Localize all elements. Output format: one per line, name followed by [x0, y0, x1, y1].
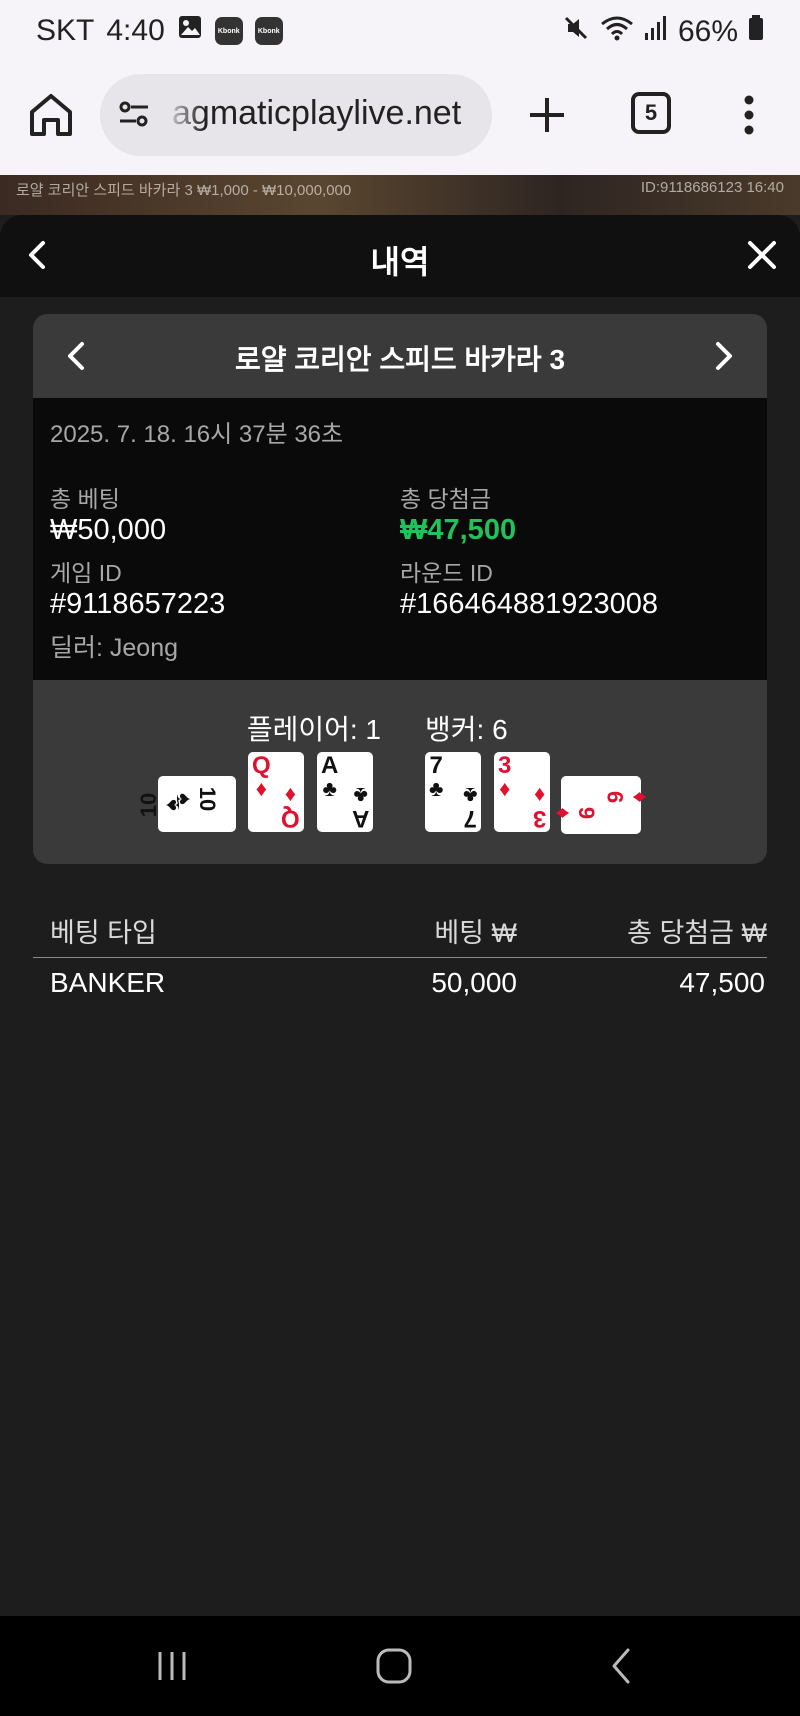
signal-icon	[644, 15, 668, 49]
player-card-3: A ♣ A ♣	[317, 752, 373, 832]
round-detail-card: 로얄 코리안 스피드 바카라 3 2025. 7. 18. 16시 37분 36…	[33, 314, 767, 864]
game-id-time-text: ID:9118686123 16:40	[640, 179, 784, 196]
home-button-icon[interactable]	[374, 1646, 414, 1691]
table-row: BANKER 50,000 47,500	[33, 957, 767, 1011]
round-info: 2025. 7. 18. 16시 37분 36초 총 베팅 ₩50,000 총 …	[33, 398, 767, 680]
bet-type-cell: BANKER	[50, 967, 166, 998]
mute-icon	[562, 14, 590, 50]
bet-amount-cell: 50,000	[431, 967, 517, 998]
card-result-area: 플레이어: 1 뱅커: 6 10 ♠ 10 ♠ Q ♦ Q ♦ A ♣ A ♣ 7 ♣ 7 ♣ …	[33, 680, 767, 864]
battery-percent: 66%	[677, 15, 738, 48]
game-id-value: #9118657223	[50, 588, 226, 620]
back-button-icon[interactable]	[602, 1646, 642, 1691]
round-nav: 로얄 코리안 스피드 바카라 3	[33, 314, 767, 398]
clock: 4:40	[106, 14, 165, 47]
url-text: agmaticplaylive.net	[172, 94, 462, 132]
player-card-1: 10 ♠ 10 ♠	[136, 776, 236, 832]
site-settings-icon[interactable]	[116, 96, 152, 132]
system-nav-bar	[0, 1616, 800, 1716]
total-win-value: ₩47,500	[400, 514, 517, 546]
round-datetime: 2025. 7. 18. 16시 37분 36초	[50, 421, 344, 448]
bet-amount-header: 베팅 ₩	[434, 918, 517, 948]
bet-type-header: 베팅 타입	[50, 918, 157, 948]
total-win-header: 총 당첨금 ₩	[627, 918, 767, 948]
table-limits-text: 로얄 코리안 스피드 바카라 3 ₩1,000 - ₩10,000,000	[16, 182, 352, 199]
modal-title: 내역	[370, 244, 430, 280]
total-win-label: 총 당첨금	[400, 486, 492, 512]
player-card-2: Q ♦ Q ♦	[248, 752, 304, 832]
modal-header: 내역	[0, 215, 800, 297]
total-bet-label: 총 베팅	[50, 486, 120, 512]
address-bar[interactable]: agmaticplaylive.net	[100, 74, 492, 156]
more-menu-icon[interactable]	[736, 90, 762, 140]
battery-icon	[748, 15, 764, 49]
carrier-label: SKT	[36, 14, 95, 47]
banker-card-2: 3 ♦ 3 ♦	[494, 752, 550, 832]
home-icon[interactable]	[28, 90, 74, 140]
close-icon[interactable]	[746, 239, 778, 271]
game-background-strip: 로얄 코리안 스피드 바카라 3 ₩1,000 - ₩10,000,000 ID…	[0, 175, 800, 215]
kbank-app-icon-2: Kbonk	[254, 17, 283, 45]
history-modal: 내역 로얄 코리안 스피드 바카라 3 2025. 7. 18. 16시 37분…	[0, 215, 800, 1616]
game-name: 로얄 코리안 스피드 바카라 3	[234, 344, 566, 375]
banker-card-1: 7 ♣ 7 ♣	[425, 752, 481, 832]
banker-score: 뱅커: 6	[425, 714, 508, 745]
dealer-name: 딜러: Jeong	[50, 634, 179, 662]
round-id-value: #166464881923008	[400, 588, 659, 620]
round-id-label: 라운드 ID	[400, 560, 493, 586]
new-tab-icon[interactable]	[522, 90, 572, 140]
total-bet-value: ₩50,000	[50, 514, 167, 546]
banker-card-3: 9 ♦ 9 ♦	[551, 776, 651, 834]
wifi-icon	[600, 14, 634, 50]
browser-toolbar: agmaticplaylive.net 5	[0, 70, 800, 175]
image-icon	[177, 14, 203, 48]
recent-apps-icon[interactable]	[152, 1646, 192, 1691]
win-amount-cell: 47,500	[679, 967, 765, 998]
status-bar: SKT 4:40 Kbonk Kbonk 66%	[0, 0, 800, 70]
kbank-app-icon: Kbonk	[214, 17, 243, 45]
player-score: 플레이어: 1	[246, 714, 381, 745]
tab-switcher-button[interactable]: 5	[631, 92, 671, 134]
next-round-chevron-icon[interactable]	[705, 338, 741, 374]
game-id-label: 게임 ID	[50, 560, 122, 586]
bets-table-header: 베팅 타입 베팅 ₩ 총 당첨금 ₩	[33, 903, 767, 958]
